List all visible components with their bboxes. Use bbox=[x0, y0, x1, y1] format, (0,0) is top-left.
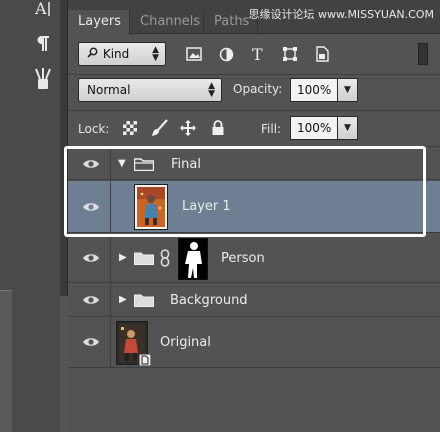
divider bbox=[110, 147, 111, 179]
panel-gutter bbox=[60, 0, 68, 432]
smart-object-filter-icon[interactable] bbox=[312, 44, 332, 64]
filter-toggle-switch[interactable] bbox=[418, 43, 428, 65]
image-filter-icon[interactable] bbox=[184, 44, 204, 64]
gutter-scrollbar[interactable] bbox=[60, 296, 68, 432]
lock-position-icon[interactable] bbox=[178, 118, 198, 138]
layer-row-original[interactable]: Original bbox=[68, 318, 440, 368]
adjustment-filter-icon[interactable] bbox=[216, 44, 236, 64]
layer-name: Layer 1 bbox=[182, 199, 231, 214]
svg-text:T: T bbox=[252, 46, 263, 62]
divider bbox=[110, 318, 111, 367]
lock-image-icon[interactable] bbox=[150, 118, 170, 138]
layer-name: Original bbox=[160, 335, 211, 350]
visibility-eye-icon[interactable] bbox=[82, 251, 100, 265]
layer-name: Person bbox=[221, 251, 265, 266]
paragraph-icon[interactable] bbox=[32, 32, 54, 54]
divider bbox=[110, 234, 111, 282]
dropdown-arrows-icon: ▲ ▼ bbox=[152, 45, 159, 63]
layer-row-person[interactable]: ▶ Person bbox=[68, 234, 440, 283]
panel-tab-bar: Layers Channels Paths 思缘设计论坛 www.MISSYUA… bbox=[68, 0, 440, 35]
blend-mode-value: Normal bbox=[87, 83, 131, 97]
search-icon bbox=[87, 47, 99, 61]
mask-link-icon[interactable] bbox=[160, 249, 170, 267]
watermark-text: 思缘设计论坛 www.MISSYUAN.COM bbox=[248, 8, 434, 21]
type-filter-icon[interactable]: T bbox=[248, 44, 268, 64]
divider bbox=[110, 181, 111, 232]
opacity-label: Opacity: bbox=[233, 82, 283, 96]
blend-mode-dropdown[interactable]: Normal ▲ ▼ bbox=[78, 78, 222, 102]
shape-filter-icon[interactable] bbox=[280, 44, 300, 64]
opacity-slider-button[interactable]: ▼ bbox=[338, 78, 358, 102]
fill-label: Fill: bbox=[261, 122, 282, 136]
layer-thumbnail bbox=[134, 184, 168, 230]
visibility-eye-icon[interactable] bbox=[82, 157, 100, 171]
folder-icon bbox=[134, 294, 154, 307]
layer-row-background[interactable]: ▶ Background bbox=[68, 284, 440, 317]
lock-transparent-icon[interactable] bbox=[120, 118, 140, 138]
layers-panel: Layers Channels Paths 思缘设计论坛 www.MISSYUA… bbox=[68, 0, 440, 432]
tab-channels[interactable]: Channels bbox=[130, 10, 204, 34]
opacity-input[interactable]: 100% bbox=[290, 78, 338, 102]
divider bbox=[68, 110, 440, 111]
layer-row-final[interactable]: ▼ Final bbox=[68, 147, 440, 180]
fill-slider-button[interactable]: ▼ bbox=[338, 116, 358, 140]
fill-input[interactable]: 100% bbox=[290, 116, 338, 140]
lock-label: Lock: bbox=[78, 122, 110, 136]
filter-kind-label: Kind bbox=[102, 47, 130, 61]
divider bbox=[110, 284, 111, 316]
layer-name: Background bbox=[170, 293, 248, 308]
brush-presets-icon[interactable] bbox=[32, 68, 54, 90]
visibility-eye-icon[interactable] bbox=[82, 293, 100, 307]
layer-row-layer-1[interactable]: Layer 1 bbox=[68, 181, 440, 233]
collapsed-triangle-icon[interactable]: ▶ bbox=[119, 294, 127, 305]
layer-mask-thumbnail[interactable] bbox=[178, 238, 208, 280]
divider bbox=[68, 74, 440, 75]
folder-icon bbox=[134, 158, 154, 171]
tab-layers[interactable]: Layers bbox=[68, 10, 130, 35]
character-text-icon[interactable]: A bbox=[32, 0, 54, 20]
layers-empty-area bbox=[68, 369, 440, 432]
visibility-eye-icon[interactable] bbox=[82, 200, 100, 214]
expanded-triangle-icon[interactable]: ▼ bbox=[118, 158, 126, 169]
collapsed-triangle-icon[interactable]: ▶ bbox=[119, 252, 127, 263]
dropdown-arrows-icon: ▲ ▼ bbox=[208, 81, 215, 99]
smart-object-badge-icon bbox=[139, 354, 151, 366]
visibility-eye-icon[interactable] bbox=[82, 335, 100, 349]
filter-kind-dropdown[interactable]: Kind ▲ ▼ bbox=[78, 42, 166, 66]
layer-name: Final bbox=[171, 157, 201, 172]
left-scroll-area bbox=[0, 290, 12, 432]
svg-text:A: A bbox=[34, 0, 47, 18]
folder-icon bbox=[134, 252, 154, 265]
lock-all-icon[interactable] bbox=[208, 118, 228, 138]
